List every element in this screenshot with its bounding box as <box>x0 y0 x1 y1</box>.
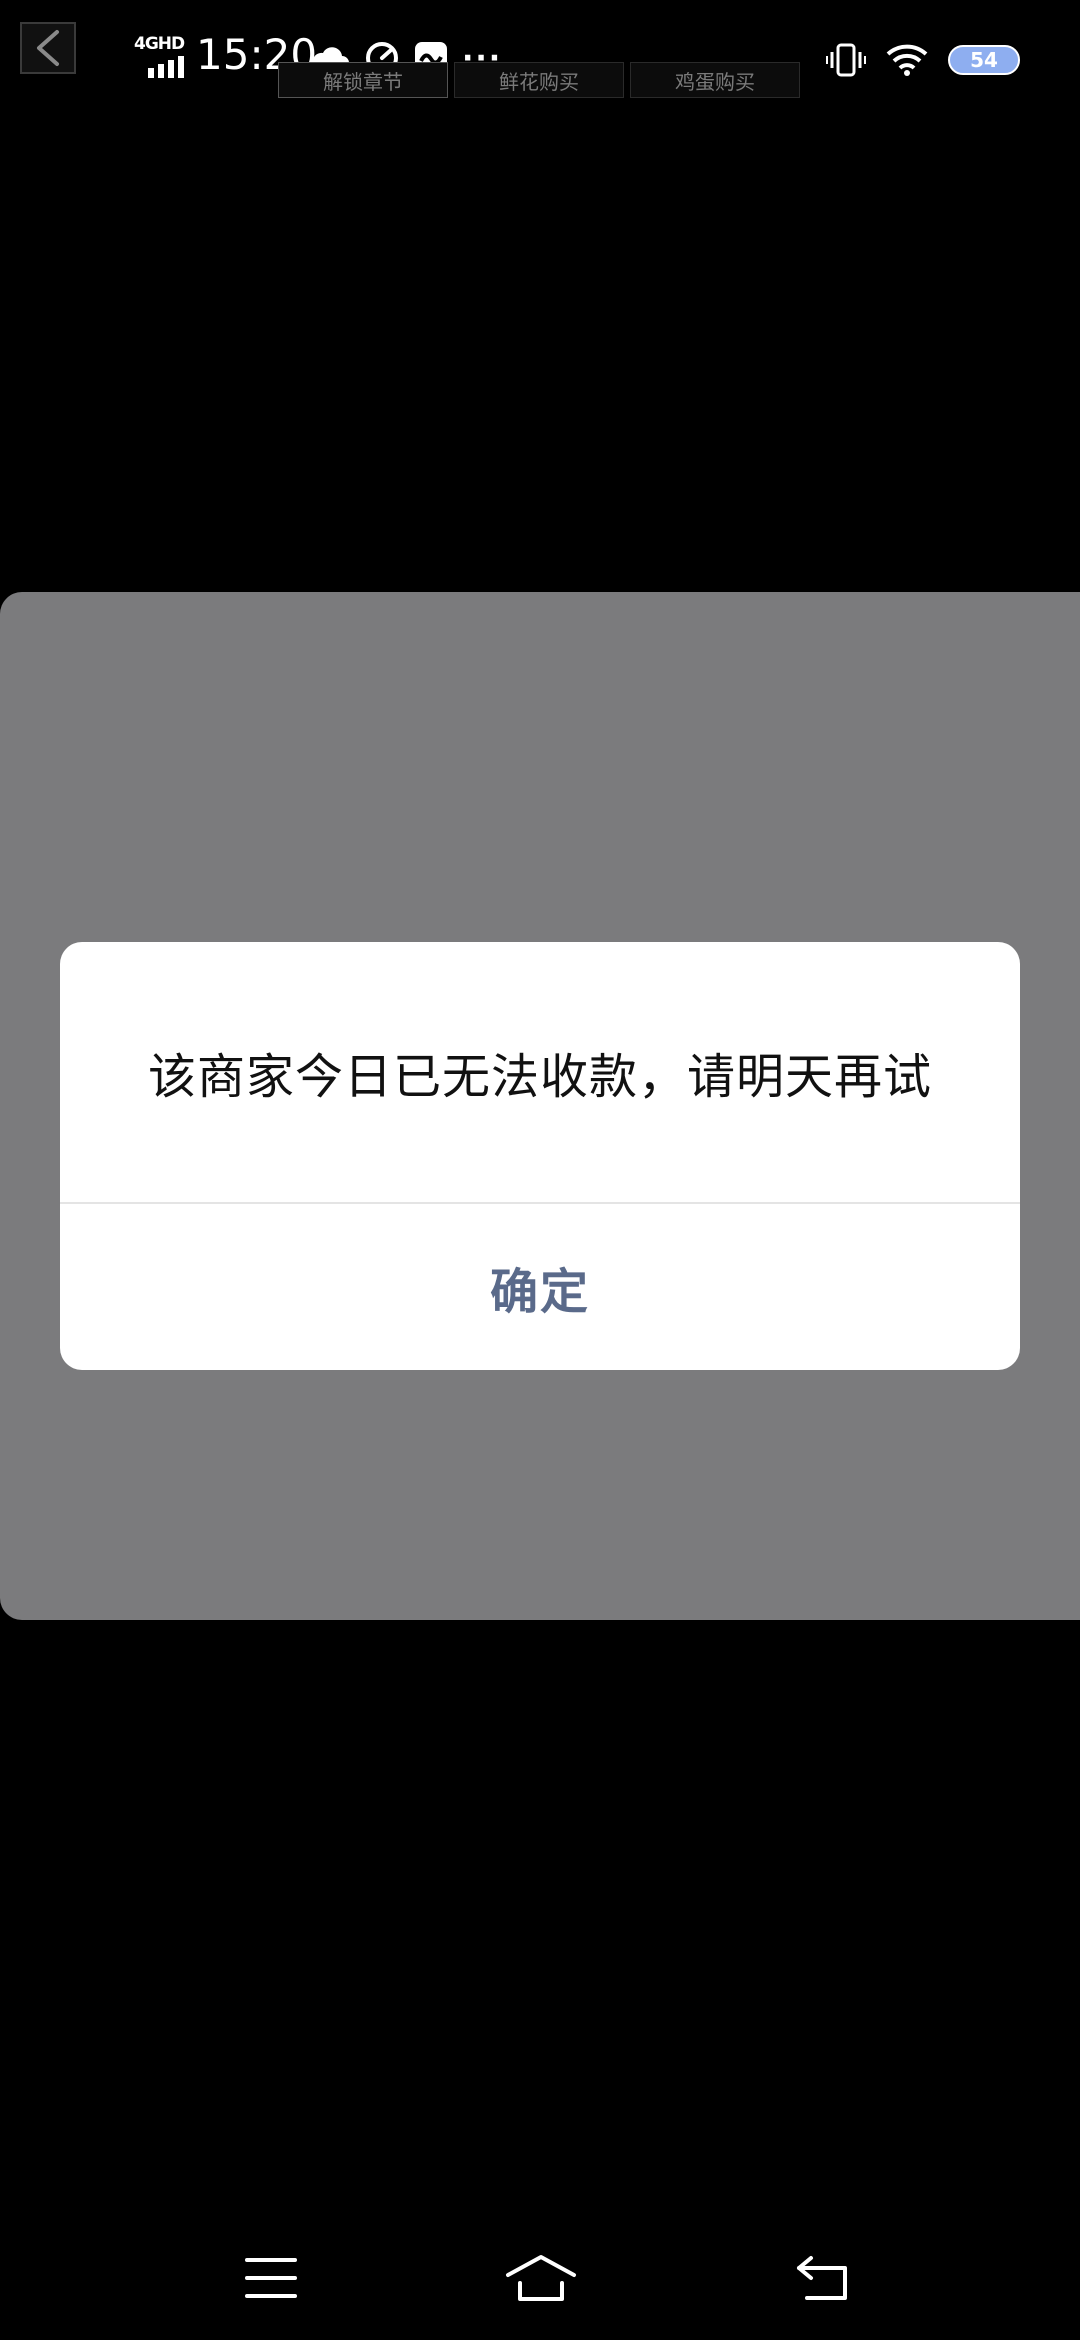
tab-unlock-chapter[interactable]: 解锁章节 <box>278 62 448 98</box>
tab-buy-flowers[interactable]: 鲜花购买 <box>454 62 624 98</box>
nav-menu-button[interactable] <box>221 2246 321 2310</box>
battery-icon: 54 <box>948 45 1020 75</box>
system-icons: 54 <box>826 40 1020 80</box>
screen: 4GHD 15:20 ··· 54 解锁章节 鲜花购买 鸡蛋购买 该商家今日已无… <box>0 0 1080 2340</box>
back-button[interactable] <box>20 22 76 74</box>
vibrate-icon <box>826 43 866 77</box>
top-tabs: 解锁章节 鲜花购买 鸡蛋购买 <box>278 62 800 100</box>
signal-bars-icon <box>148 56 184 78</box>
back-icon <box>797 2256 847 2300</box>
confirm-button[interactable]: 确定 <box>60 1204 1020 1370</box>
network-signal: 4GHD <box>134 34 192 78</box>
navigation-bar <box>0 2220 1080 2340</box>
battery-level: 54 <box>970 48 998 72</box>
home-icon <box>506 2255 576 2301</box>
menu-icon <box>245 2258 297 2298</box>
wifi-icon <box>886 44 928 76</box>
status-bar: 4GHD 15:20 ··· 54 解锁章节 鲜花购买 鸡蛋购买 <box>0 0 1080 120</box>
chevron-left-icon <box>37 30 59 66</box>
tab-buy-eggs[interactable]: 鸡蛋购买 <box>630 62 800 98</box>
network-type-label: 4GHD <box>134 34 185 54</box>
dialog-message: 该商家今日已无法收款，请明天再试 <box>147 1049 932 1105</box>
alert-dialog: 该商家今日已无法收款，请明天再试 确定 <box>60 942 1020 1370</box>
nav-home-button[interactable] <box>491 2246 591 2310</box>
nav-back-button[interactable] <box>773 2246 873 2310</box>
